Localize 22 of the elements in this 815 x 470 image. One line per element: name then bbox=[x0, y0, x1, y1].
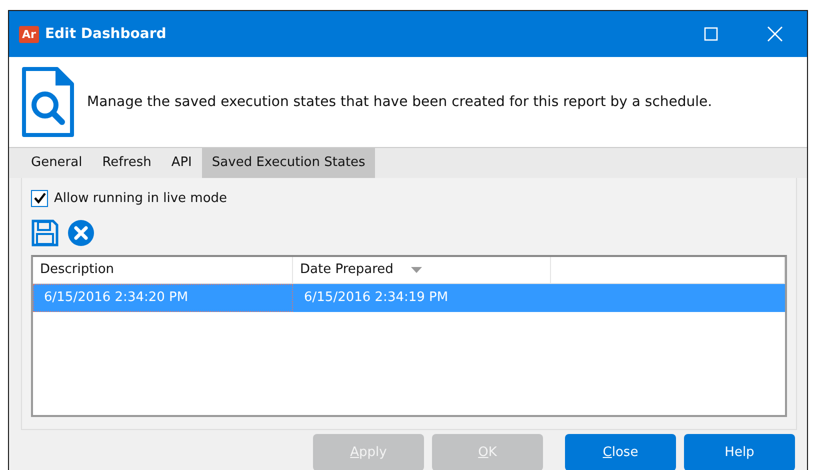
header-message: Manage the saved execution states that have been created for this report by a schedule. bbox=[87, 94, 712, 110]
tab[interactable]: Refresh bbox=[92, 148, 162, 178]
column-header[interactable]: Description bbox=[33, 256, 293, 283]
app-logo: Ar bbox=[19, 26, 39, 42]
tab[interactable]: General bbox=[21, 148, 92, 178]
tab[interactable]: Saved Execution States bbox=[202, 148, 376, 178]
maximize-icon[interactable] bbox=[704, 27, 718, 41]
dialog-button[interactable]: Help bbox=[684, 434, 795, 470]
table-cell-text: 6/15/2016 2:34:19 PM bbox=[303, 289, 450, 308]
dialog-button[interactable]: Close bbox=[565, 434, 676, 470]
save-icon[interactable] bbox=[31, 218, 59, 247]
checkbox-label: Allow running in live mode bbox=[54, 190, 228, 206]
table-cell: 6/15/2016 2:34:20 PM bbox=[33, 284, 293, 312]
document-search-icon bbox=[21, 66, 75, 138]
column-header[interactable]: Date Prepared bbox=[293, 256, 551, 283]
live-mode-checkbox[interactable]: Allow running in live mode bbox=[31, 190, 787, 207]
window-title: Edit Dashboard bbox=[44, 26, 168, 42]
checkbox[interactable] bbox=[31, 190, 48, 207]
tab[interactable]: API bbox=[161, 148, 202, 178]
delete-icon[interactable] bbox=[67, 218, 95, 247]
close-icon[interactable] bbox=[767, 26, 783, 42]
sort-arrow-icon bbox=[411, 266, 422, 273]
